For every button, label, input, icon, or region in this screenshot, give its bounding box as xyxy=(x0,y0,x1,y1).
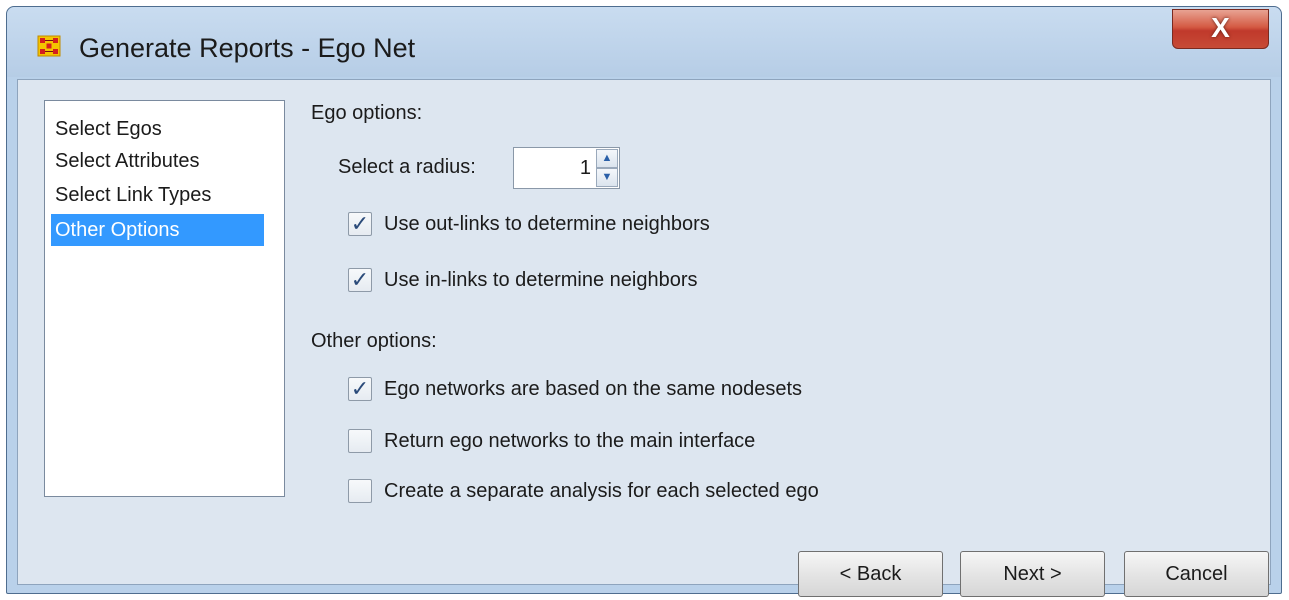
return-main-option[interactable]: Return ego networks to the main interfac… xyxy=(348,426,755,456)
separate-analysis-label: Create a separate analysis for each sele… xyxy=(384,479,819,502)
out-links-option[interactable]: ✓ Use out-links to determine neighbors xyxy=(348,209,710,239)
in-links-checkbox[interactable]: ✓ xyxy=(348,268,372,292)
spinner-down-icon[interactable]: ▼ xyxy=(596,168,618,187)
in-links-option[interactable]: ✓ Use in-links to determine neighbors xyxy=(348,265,698,295)
radius-label: Select a radius: xyxy=(338,156,476,178)
return-main-label: Return ego networks to the main interfac… xyxy=(384,429,756,452)
next-button[interactable]: Next > xyxy=(960,551,1105,597)
step-list[interactable]: Select Egos Select Attributes Select Lin… xyxy=(44,100,285,497)
back-button[interactable]: < Back xyxy=(798,551,943,597)
radius-value[interactable]: 1 xyxy=(580,148,591,188)
spinner-up-icon[interactable]: ▲ xyxy=(596,149,618,168)
network-grid-icon xyxy=(37,35,61,57)
dialog-window: Generate Reports - Ego Net X Select Egos… xyxy=(6,6,1282,597)
dialog-content: Select Egos Select Attributes Select Lin… xyxy=(17,79,1271,597)
window-title: Generate Reports - Ego Net xyxy=(79,33,416,63)
same-nodesets-option[interactable]: ✓ Ego networks are based on the same nod… xyxy=(348,374,802,404)
separate-analysis-option[interactable]: Create a separate analysis for each sele… xyxy=(348,476,819,506)
return-main-checkbox[interactable] xyxy=(348,429,372,453)
step-item-select-egos[interactable]: Select Egos xyxy=(51,113,166,145)
step-item-select-attributes[interactable]: Select Attributes xyxy=(51,145,204,177)
close-button[interactable]: X xyxy=(1172,9,1269,49)
other-options-heading: Other options: xyxy=(311,330,437,352)
title-bar[interactable]: Generate Reports - Ego Net X xyxy=(7,7,1281,77)
ego-options-heading: Ego options: xyxy=(311,102,423,124)
radius-spinner[interactable]: 1 ▲ ▼ xyxy=(513,147,620,189)
step-item-select-link-types[interactable]: Select Link Types xyxy=(51,179,215,211)
out-links-checkbox[interactable]: ✓ xyxy=(348,212,372,236)
out-links-label: Use out-links to determine neighbors xyxy=(384,212,710,235)
same-nodesets-label: Ego networks are based on the same nodes… xyxy=(384,377,803,400)
step-item-other-options[interactable]: Other Options xyxy=(51,214,264,246)
separate-analysis-checkbox[interactable] xyxy=(348,479,372,503)
same-nodesets-checkbox[interactable]: ✓ xyxy=(348,377,372,401)
in-links-label: Use in-links to determine neighbors xyxy=(384,268,698,291)
cancel-button[interactable]: Cancel xyxy=(1124,551,1269,597)
